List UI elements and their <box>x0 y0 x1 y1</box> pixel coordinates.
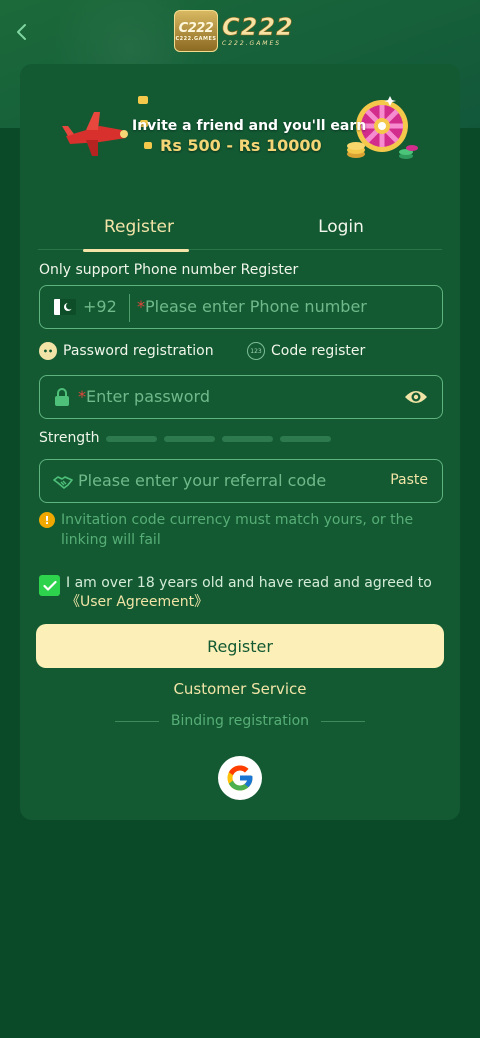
logo-wordmark-sub: C222.GAMES <box>222 40 282 47</box>
phone-register-label: Only support Phone number Register <box>39 262 299 278</box>
password-input[interactable]: *Enter password <box>39 375 443 419</box>
divider-line <box>114 720 159 722</box>
auth-tabs: Register Login <box>38 204 442 252</box>
logo-wordmark: C222 C222.GAMES <box>222 15 294 47</box>
google-icon <box>227 765 253 791</box>
password-placeholder-text: Enter password <box>86 387 210 406</box>
code-option-icon: 123 <box>247 342 265 360</box>
logo-wordmark-text: C222 <box>222 13 294 41</box>
google-signin-button[interactable] <box>218 756 262 800</box>
phone-input[interactable]: +92 *Please enter Phone number <box>39 285 443 329</box>
eye-icon[interactable] <box>404 389 428 405</box>
binding-registration-divider: Binding registration <box>20 713 460 729</box>
country-code[interactable]: +92 <box>83 297 117 316</box>
register-card: Invite a friend and you'll earn Rs 500 -… <box>20 64 460 820</box>
pakistan-flag-icon <box>54 299 76 315</box>
code-register-option[interactable]: 123 Code register <box>247 342 365 360</box>
divider-line <box>321 720 366 722</box>
phone-placeholder-text: Please enter Phone number <box>145 297 367 316</box>
invite-banner[interactable]: Invite a friend and you'll earn Rs 500 -… <box>60 92 420 172</box>
agreement-row: I am over 18 years old and have read and… <box>39 574 443 612</box>
banner-headline: Invite a friend and you'll earn <box>132 118 367 134</box>
tab-register[interactable]: Register <box>38 204 240 252</box>
agreement-checkbox[interactable] <box>39 575 60 596</box>
referral-code-input[interactable]: Please enter your referral code Paste <box>39 459 443 503</box>
strength-segment <box>164 436 215 442</box>
required-mark: * <box>78 387 86 406</box>
referral-placeholder: Please enter your referral code <box>78 471 327 490</box>
password-option-icon: •• <box>39 342 57 360</box>
strength-label: Strength <box>39 430 100 446</box>
binding-registration-label: Binding registration <box>170 713 310 729</box>
tab-login[interactable]: Login <box>240 204 442 250</box>
user-agreement-link[interactable]: 《User Agreement》 <box>66 594 208 610</box>
password-strength-meter <box>106 436 331 442</box>
field-divider <box>129 294 130 322</box>
back-button[interactable] <box>8 18 36 46</box>
active-tab-indicator <box>83 249 189 252</box>
warning-icon: ! <box>39 512 55 528</box>
required-mark: * <box>137 297 145 316</box>
code-option-label: Code register <box>271 343 366 359</box>
tab-register-label: Register <box>104 217 174 237</box>
agreement-statement: I am over 18 years old and have read and… <box>66 575 432 591</box>
back-chevron-icon <box>17 24 26 40</box>
banner-amount: Rs 500 - Rs 10000 <box>160 136 322 155</box>
logo-badge-sub: C222.GAMES <box>175 35 217 42</box>
strength-segment <box>222 436 273 442</box>
tab-login-label: Login <box>318 217 364 237</box>
lock-icon <box>55 388 69 406</box>
check-icon <box>42 580 57 591</box>
logo-badge-text: C222 <box>178 20 214 36</box>
strength-segment <box>280 436 331 442</box>
customer-service-link[interactable]: Customer Service <box>20 680 460 698</box>
register-button[interactable]: Register <box>36 624 444 668</box>
password-option-label: Password registration <box>63 343 214 359</box>
brand-logo: C222 C222.GAMES C222 C222.GAMES <box>174 10 306 52</box>
airplane-icon <box>62 112 128 156</box>
password-registration-option[interactable]: •• Password registration <box>39 342 214 360</box>
warning-text: Invitation code currency must match your… <box>61 512 414 548</box>
logo-badge: C222 C222.GAMES <box>174 10 218 52</box>
handshake-icon <box>53 476 73 489</box>
strength-segment <box>106 436 157 442</box>
paste-button[interactable]: Paste <box>390 472 428 488</box>
phone-placeholder: *Please enter Phone number <box>137 297 367 316</box>
currency-warning: ! Invitation code currency must match yo… <box>39 510 439 550</box>
password-placeholder: *Enter password <box>78 387 210 406</box>
agreement-text: I am over 18 years old and have read and… <box>66 574 432 612</box>
